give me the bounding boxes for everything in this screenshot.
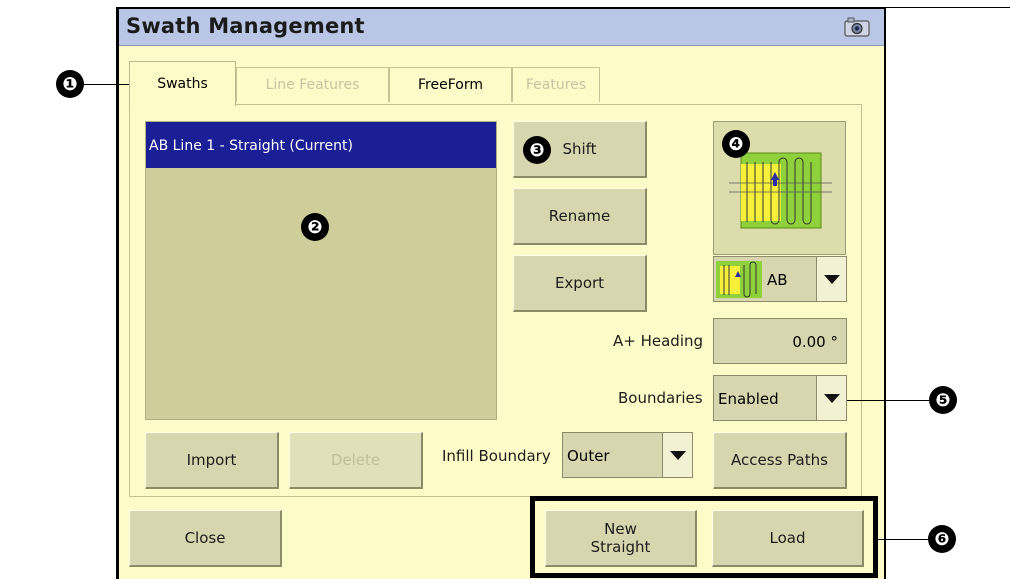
heading-label: A+ Heading <box>613 332 704 350</box>
button-label: Import <box>186 451 237 469</box>
tab-freeform[interactable]: FreeForm <box>389 67 512 102</box>
callout-3: ❸ <box>523 136 551 164</box>
ab-pattern-small-icon <box>716 261 762 298</box>
access-paths-button[interactable]: Access Paths <box>713 432 847 489</box>
button-label: Shift <box>562 140 597 158</box>
tab-features[interactable]: Features <box>512 67 600 102</box>
frame-right-line <box>884 7 886 579</box>
tab-label: Line Features <box>265 77 360 93</box>
infill-boundary-value: Outer <box>567 447 610 465</box>
pattern-select[interactable]: AB <box>713 256 847 302</box>
callout-5-leader <box>847 400 929 401</box>
button-label: Close <box>184 529 226 547</box>
boundaries-select-value: Enabled <box>718 390 779 408</box>
button-label: Access Paths <box>731 451 828 469</box>
window-title: Swath Management <box>126 14 365 38</box>
chevron-down-icon[interactable] <box>816 376 846 420</box>
top-rule <box>884 7 1010 8</box>
tab-swaths[interactable]: Swaths <box>129 61 236 106</box>
button-label: Export <box>554 274 605 292</box>
infill-boundary-select[interactable]: Outer <box>562 432 693 478</box>
tab-label: FreeForm <box>418 77 483 93</box>
button-label: Delete <box>330 451 381 469</box>
list-item[interactable]: AB Line 1 - Straight (Current) <box>146 122 496 168</box>
button-label: Rename <box>548 207 611 225</box>
heading-input[interactable]: 0.00 ° <box>713 318 847 364</box>
close-button[interactable]: Close <box>129 510 282 567</box>
chevron-down-icon[interactable] <box>816 257 846 301</box>
rename-button[interactable]: Rename <box>513 188 647 245</box>
callout-6-leader <box>878 539 928 540</box>
footer-group-highlight <box>530 496 878 578</box>
import-button[interactable]: Import <box>145 432 279 489</box>
camera-icon[interactable] <box>844 16 870 38</box>
callout-6: ❻ <box>928 525 956 553</box>
tab-label: Features <box>525 77 587 93</box>
callout-5: ❺ <box>929 386 957 414</box>
tab-label: Swaths <box>157 76 208 92</box>
boundaries-select[interactable]: Enabled <box>713 375 847 421</box>
infill-boundary-label: Infill Boundary <box>442 447 551 465</box>
delete-button[interactable]: Delete <box>289 432 423 489</box>
callout-1: ❶ <box>56 70 84 98</box>
export-button[interactable]: Export <box>513 255 647 312</box>
chevron-down-icon[interactable] <box>662 433 692 477</box>
callout-2: ❷ <box>301 213 329 241</box>
boundaries-label: Boundaries <box>618 389 703 407</box>
callout-4: ❹ <box>722 130 750 158</box>
pattern-select-value: AB <box>767 271 788 289</box>
tab-line-features[interactable]: Line Features <box>236 67 389 102</box>
